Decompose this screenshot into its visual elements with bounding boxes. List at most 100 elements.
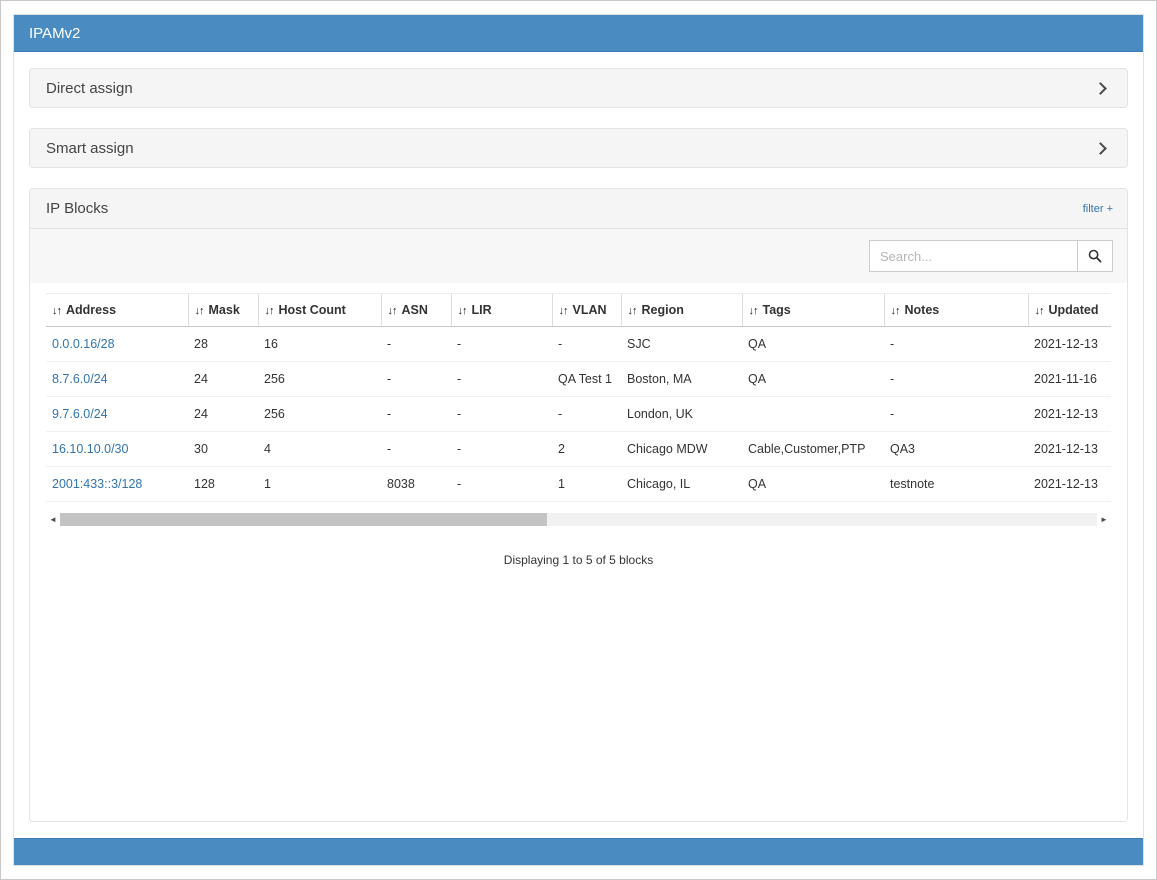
cell-updated: 2021-12-13 — [1028, 432, 1111, 467]
main-content: Direct assign Smart assign IP Blocks fil… — [14, 52, 1143, 838]
cell-updated: 2021-11-16 — [1028, 362, 1111, 397]
direct-assign-panel[interactable]: Direct assign — [29, 68, 1128, 108]
cell-vlan: 1 — [552, 467, 621, 502]
cell-updated: 2021-12-13 — [1028, 467, 1111, 502]
cell-mask: 30 — [188, 432, 258, 467]
chevron-right-icon — [1094, 142, 1107, 155]
cell-region: Chicago, IL — [621, 467, 742, 502]
cell-region: Boston, MA — [621, 362, 742, 397]
app-header: IPAMv2 — [14, 15, 1143, 52]
cell-address: 9.7.6.0/24 — [46, 397, 188, 432]
ip-blocks-label: IP Blocks — [46, 200, 108, 217]
scroll-left-arrow-icon[interactable]: ◄ — [46, 512, 60, 527]
cell-tags: Cable,Customer,PTP — [742, 432, 884, 467]
cell-asn: - — [381, 327, 451, 362]
cell-lir: - — [451, 467, 552, 502]
cell-notes: testnote — [884, 467, 1028, 502]
cell-host-count: 1 — [258, 467, 381, 502]
search-band — [30, 229, 1127, 283]
sort-icon: ↓↑ — [458, 305, 467, 317]
smart-assign-label: Smart assign — [46, 140, 134, 157]
cell-notes: - — [884, 397, 1028, 432]
column-header-updated[interactable]: ↓↑Updated — [1028, 294, 1111, 327]
cell-address: 8.7.6.0/24 — [46, 362, 188, 397]
column-label: Region — [642, 303, 684, 317]
cell-address: 16.10.10.0/30 — [46, 432, 188, 467]
column-label: LIR — [472, 303, 492, 317]
column-header-region[interactable]: ↓↑ Region — [621, 294, 742, 327]
column-header-notes[interactable]: ↓↑ Notes — [884, 294, 1028, 327]
cell-lir: - — [451, 362, 552, 397]
scrollbar-thumb[interactable] — [60, 513, 547, 526]
cell-vlan: - — [552, 327, 621, 362]
address-link[interactable]: 9.7.6.0/24 — [52, 407, 108, 421]
sort-icon: ↓↑ — [628, 305, 637, 317]
search-input[interactable] — [869, 240, 1077, 272]
filter-link[interactable]: filter + — [1083, 203, 1113, 215]
sort-icon: ↓↑ — [749, 305, 758, 317]
app-title: IPAMv2 — [29, 25, 80, 42]
sort-icon: ↓↑ — [265, 305, 274, 317]
ip-blocks-body: ↓↑Address↓↑Mask↓↑Host Count↓↑ASN↓↑LIR↓↑V… — [30, 229, 1127, 821]
column-header-vlan[interactable]: ↓↑VLAN — [552, 294, 621, 327]
table-summary: Displaying 1 to 5 of 5 blocks — [30, 553, 1127, 567]
table-row: 9.7.6.0/2424256---London, UK-2021-12-13 — [46, 397, 1111, 432]
horizontal-scrollbar[interactable]: ◄ ► — [46, 512, 1111, 527]
search-group — [869, 240, 1113, 272]
cell-updated: 2021-12-13 — [1028, 397, 1111, 432]
cell-region: SJC — [621, 327, 742, 362]
direct-assign-label: Direct assign — [46, 80, 133, 97]
cell-mask: 24 — [188, 362, 258, 397]
column-label: Host Count — [279, 303, 346, 317]
ip-blocks-panel: IP Blocks filter + — [29, 188, 1128, 822]
cell-asn: - — [381, 397, 451, 432]
column-label: Address — [66, 303, 116, 317]
column-header-address[interactable]: ↓↑ Address — [46, 294, 188, 327]
address-link[interactable]: 2001:433::3/128 — [52, 477, 142, 491]
scroll-right-arrow-icon[interactable]: ► — [1097, 512, 1111, 527]
table-row: 2001:433::3/12812818038-1Chicago, ILQAte… — [46, 467, 1111, 502]
sort-icon: ↓↑ — [559, 305, 568, 317]
column-header-host-count[interactable]: ↓↑ Host Count — [258, 294, 381, 327]
cell-lir: - — [451, 327, 552, 362]
ip-blocks-table: ↓↑Address↓↑Mask↓↑Host Count↓↑ASN↓↑LIR↓↑V… — [46, 293, 1111, 502]
app-window: IPAMv2 Direct assign Smart assign IP Blo… — [13, 14, 1144, 866]
address-link[interactable]: 0.0.0.16/28 — [52, 337, 115, 351]
page: { "app": { "title": "IPAMv2" }, "panels"… — [0, 0, 1157, 880]
address-link[interactable]: 16.10.10.0/30 — [52, 442, 128, 456]
cell-asn: - — [381, 362, 451, 397]
cell-host-count: 4 — [258, 432, 381, 467]
cell-notes: - — [884, 362, 1028, 397]
column-header-lir[interactable]: ↓↑ LIR — [451, 294, 552, 327]
cell-tags: QA — [742, 362, 884, 397]
column-label: Tags — [763, 303, 791, 317]
sort-icon: ↓↑ — [195, 305, 204, 317]
scrollbar-track[interactable] — [60, 513, 1097, 526]
search-button[interactable] — [1077, 240, 1113, 272]
table-row: 8.7.6.0/2424256--QA Test 1Boston, MAQA-2… — [46, 362, 1111, 397]
cell-vlan: QA Test 1 — [552, 362, 621, 397]
cell-asn: 8038 — [381, 467, 451, 502]
cell-updated: 2021-12-13 — [1028, 327, 1111, 362]
smart-assign-panel[interactable]: Smart assign — [29, 128, 1128, 168]
cell-notes: QA3 — [884, 432, 1028, 467]
cell-address: 2001:433::3/128 — [46, 467, 188, 502]
cell-asn: - — [381, 432, 451, 467]
cell-address: 0.0.0.16/28 — [46, 327, 188, 362]
cell-vlan: - — [552, 397, 621, 432]
column-label: Notes — [905, 303, 940, 317]
sort-icon: ↓↑ — [388, 305, 397, 317]
sort-icon: ↓↑ — [52, 305, 61, 317]
column-label: Mask — [209, 303, 240, 317]
cell-mask: 24 — [188, 397, 258, 432]
column-header-asn[interactable]: ↓↑ASN — [381, 294, 451, 327]
app-footer — [14, 838, 1143, 865]
chevron-right-icon — [1094, 82, 1107, 95]
cell-tags: QA — [742, 467, 884, 502]
column-header-mask[interactable]: ↓↑ Mask — [188, 294, 258, 327]
address-link[interactable]: 8.7.6.0/24 — [52, 372, 108, 386]
cell-mask: 28 — [188, 327, 258, 362]
sort-icon: ↓↑ — [891, 305, 900, 317]
cell-lir: - — [451, 397, 552, 432]
column-header-tags[interactable]: ↓↑ Tags — [742, 294, 884, 327]
